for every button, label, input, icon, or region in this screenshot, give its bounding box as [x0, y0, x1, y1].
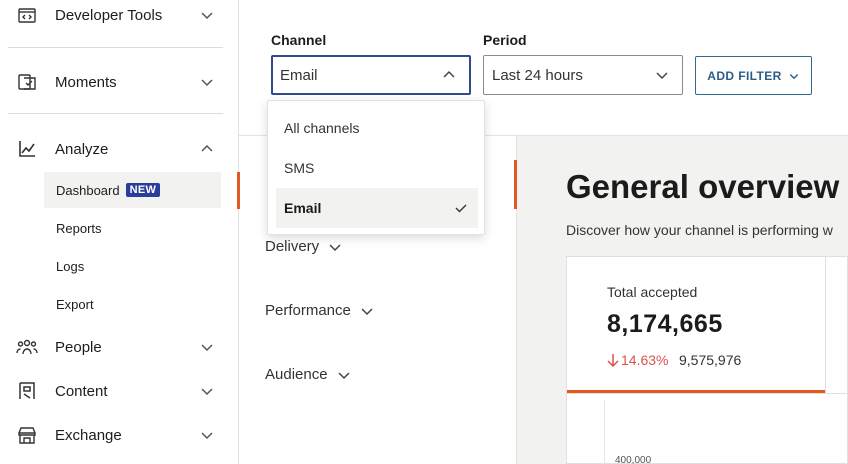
- sidebar: Developer Tools Moments Analyze Dashboar…: [0, 0, 239, 464]
- sidebar-subitem-label: Dashboard: [56, 182, 120, 198]
- chart-line-icon: [16, 138, 38, 160]
- checkmark-icon: [455, 204, 467, 213]
- metric-change: 14.63%: [607, 352, 668, 368]
- metric-value: 8,174,665: [607, 310, 723, 338]
- sidebar-subitem-label: Logs: [56, 258, 85, 274]
- dropdown-option-all-channels[interactable]: All channels: [276, 108, 478, 148]
- add-filter-button[interactable]: ADD FILTER: [695, 56, 812, 95]
- arrow-down-icon: [607, 354, 619, 367]
- channel-select[interactable]: Email: [271, 55, 471, 95]
- moments-icon: [16, 71, 38, 93]
- axis-tick-label: 400,000: [615, 455, 652, 464]
- chevron-down-icon: [656, 72, 668, 80]
- card-divider: [825, 257, 826, 393]
- sidebar-subitem-label: Export: [56, 296, 94, 312]
- section-link-audience[interactable]: Audience: [265, 366, 352, 383]
- sidebar-item-content[interactable]: Content: [0, 373, 238, 409]
- dropdown-option-label: SMS: [284, 160, 315, 176]
- divider: [8, 47, 223, 48]
- active-section-indicator: [237, 172, 240, 209]
- sidebar-item-label: Content: [55, 382, 108, 400]
- chevron-down-icon: [329, 243, 341, 251]
- metric-previous-value: 9,575,976: [679, 352, 742, 368]
- new-badge: NEW: [125, 183, 161, 197]
- people-icon: [16, 336, 38, 358]
- sidebar-subitem-logs[interactable]: Logs: [44, 248, 221, 284]
- chevron-down-icon: [201, 12, 213, 20]
- chevron-down-icon: [789, 73, 798, 79]
- section-link-delivery[interactable]: Delivery: [265, 238, 343, 255]
- period-select[interactable]: Last 24 hours: [483, 55, 683, 95]
- sidebar-item-exchange[interactable]: Exchange: [0, 417, 238, 453]
- card-separator: [567, 393, 848, 394]
- chevron-down-icon: [201, 388, 213, 396]
- dropdown-option-email[interactable]: Email: [276, 188, 478, 228]
- chevron-up-icon: [443, 70, 455, 78]
- exchange-icon: [16, 424, 38, 446]
- add-filter-label: ADD FILTER: [707, 68, 782, 83]
- content-icon: [16, 380, 38, 402]
- channel-select-value: Email: [280, 66, 318, 84]
- sidebar-item-label: Exchange: [55, 426, 122, 444]
- channel-label: Channel: [271, 32, 327, 48]
- divider: [8, 113, 223, 114]
- chevron-down-icon: [338, 371, 350, 379]
- sidebar-item-label: People: [55, 338, 102, 356]
- sidebar-item-people[interactable]: People: [0, 329, 238, 365]
- page-subtitle: Discover how your channel is performing …: [566, 222, 833, 238]
- chevron-down-icon: [201, 79, 213, 87]
- sidebar-subitem-label: Reports: [56, 220, 102, 236]
- section-link-performance[interactable]: Performance: [265, 302, 375, 319]
- dropdown-option-sms[interactable]: SMS: [276, 148, 478, 188]
- sidebar-item-label: Developer Tools: [55, 6, 163, 24]
- sidebar-subitem-dashboard[interactable]: Dashboard NEW: [44, 172, 221, 208]
- chevron-down-icon: [361, 307, 373, 315]
- chevron-down-icon: [201, 432, 213, 440]
- section-link-label: Delivery: [265, 238, 320, 255]
- dropdown-option-label: All channels: [284, 120, 360, 136]
- sidebar-item-moments[interactable]: Moments: [0, 64, 238, 100]
- dropdown-option-label: Email: [284, 200, 322, 216]
- sidebar-subitem-reports[interactable]: Reports: [44, 210, 221, 246]
- chevron-up-icon: [201, 144, 213, 152]
- section-link-label: Performance: [265, 302, 351, 319]
- metric-change-value: 14.63%: [621, 352, 669, 368]
- metric-label: Total accepted: [607, 284, 698, 300]
- page-title: General overview: [566, 168, 840, 205]
- sidebar-item-developer-tools[interactable]: Developer Tools: [0, 0, 238, 33]
- chart-axis: [604, 400, 605, 464]
- sidebar-subitem-export[interactable]: Export: [44, 286, 221, 322]
- section-link-label: Audience: [265, 366, 328, 383]
- period-select-value: Last 24 hours: [492, 66, 583, 84]
- chevron-down-icon: [201, 344, 213, 352]
- sidebar-item-label: Moments: [55, 73, 117, 91]
- sidebar-item-label: Analyze: [55, 140, 109, 158]
- sidebar-item-analyze[interactable]: Analyze: [0, 131, 238, 167]
- channel-dropdown-menu: All channels SMS Email: [267, 100, 485, 235]
- code-icon: [16, 4, 38, 26]
- period-label: Period: [483, 32, 527, 48]
